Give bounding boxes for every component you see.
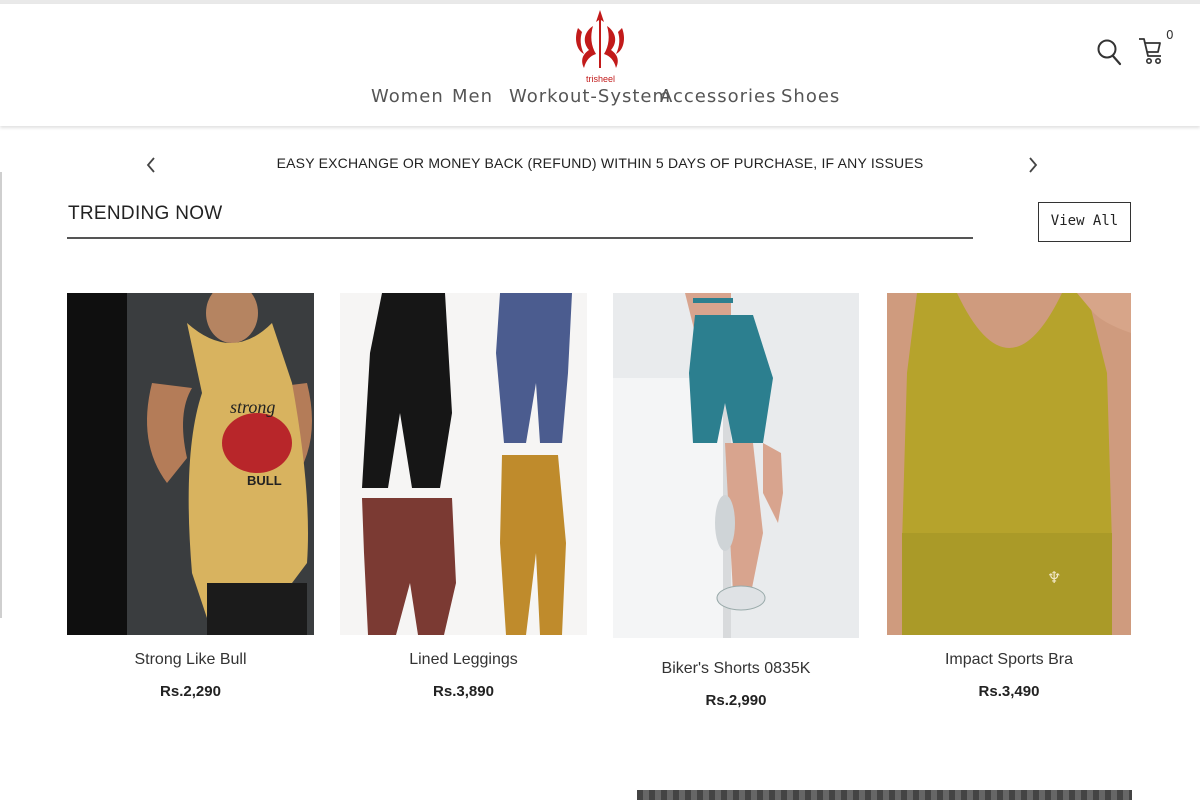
- product-name[interactable]: Strong Like Bull: [67, 651, 314, 669]
- svg-text:BULL: BULL: [247, 473, 282, 488]
- svg-text:strong: strong: [230, 397, 275, 417]
- site-header: trisheel Women Men Workout-System Access…: [0, 4, 1200, 126]
- chevron-right-icon: [1029, 157, 1038, 173]
- product-price: Rs.2,290: [160, 683, 221, 700]
- product-name[interactable]: Impact Sports Bra: [887, 651, 1131, 669]
- section-title: TRENDING NOW: [68, 203, 223, 224]
- section-divider: [67, 237, 973, 239]
- search-icon: [1097, 39, 1122, 66]
- cart-count-badge: 0: [1166, 28, 1174, 42]
- nav-item-workout-system[interactable]: Workout-System: [509, 86, 671, 107]
- product-card[interactable]: strong BULL Strong Like Bull Rs.2,290: [67, 293, 314, 713]
- product-image[interactable]: ♆: [887, 293, 1131, 635]
- product-price: Rs.3,490: [978, 683, 1040, 700]
- nav-item-shoes[interactable]: Shoes: [781, 86, 840, 107]
- product-image[interactable]: strong BULL: [67, 293, 314, 635]
- trident-logo-icon: [576, 10, 624, 68]
- brand-name: trisheel: [586, 74, 616, 84]
- announcement-prev-button[interactable]: [140, 150, 162, 180]
- product-image[interactable]: [613, 293, 859, 638]
- nav-item-men[interactable]: Men: [452, 86, 493, 107]
- next-section-banner: [637, 790, 1132, 800]
- nav-item-women[interactable]: Women: [371, 86, 444, 107]
- search-button[interactable]: [1096, 37, 1124, 67]
- cart-button[interactable]: [1136, 34, 1166, 68]
- announcement-next-button[interactable]: [1022, 150, 1044, 180]
- product-name[interactable]: Lined Leggings: [340, 651, 587, 669]
- announcement-text: EASY EXCHANGE OR MONEY BACK (REFUND) WIT…: [276, 155, 924, 171]
- brand-logo[interactable]: [570, 6, 630, 80]
- svg-text:♆: ♆: [1047, 568, 1061, 587]
- product-name[interactable]: Biker's Shorts 0835K: [613, 660, 859, 678]
- scroll-edge: [0, 172, 2, 618]
- announcement-bar: EASY EXCHANGE OR MONEY BACK (REFUND) WIT…: [0, 150, 1200, 180]
- product-price: Rs.3,890: [433, 683, 494, 700]
- chevron-left-icon: [146, 157, 155, 173]
- cart-icon: [1139, 38, 1161, 64]
- product-card[interactable]: Biker's Shorts 0835K Rs.2,990: [613, 293, 859, 723]
- product-card[interactable]: Lined Leggings Rs.3,890: [340, 293, 587, 713]
- view-all-button[interactable]: View All: [1038, 202, 1131, 242]
- product-image[interactable]: [340, 293, 587, 635]
- main-nav: Women Men Workout-System Accessories Sho…: [0, 86, 1200, 112]
- product-price: Rs.2,990: [705, 692, 767, 709]
- product-card[interactable]: ♆ Impact Sports Bra Rs.3,490: [887, 293, 1131, 713]
- nav-item-accessories[interactable]: Accessories: [660, 86, 777, 107]
